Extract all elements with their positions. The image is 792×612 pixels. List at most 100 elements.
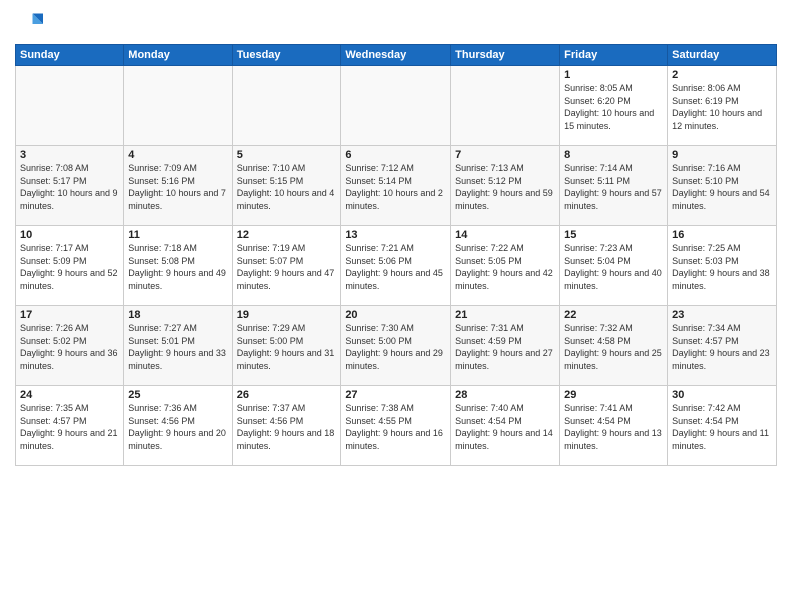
calendar-cell (124, 66, 232, 146)
calendar-week-2: 10Sunrise: 7:17 AM Sunset: 5:09 PM Dayli… (16, 226, 777, 306)
day-info: Sunrise: 7:34 AM Sunset: 4:57 PM Dayligh… (672, 322, 772, 372)
day-info: Sunrise: 7:18 AM Sunset: 5:08 PM Dayligh… (128, 242, 227, 292)
day-number: 23 (672, 309, 772, 321)
calendar-cell: 21Sunrise: 7:31 AM Sunset: 4:59 PM Dayli… (451, 306, 560, 386)
day-info: Sunrise: 7:19 AM Sunset: 5:07 PM Dayligh… (237, 242, 337, 292)
day-number: 4 (128, 149, 227, 161)
day-number: 9 (672, 149, 772, 161)
calendar-cell: 27Sunrise: 7:38 AM Sunset: 4:55 PM Dayli… (341, 386, 451, 466)
day-number: 14 (455, 229, 555, 241)
day-info: Sunrise: 7:23 AM Sunset: 5:04 PM Dayligh… (564, 242, 663, 292)
calendar-cell: 17Sunrise: 7:26 AM Sunset: 5:02 PM Dayli… (16, 306, 124, 386)
calendar-header-saturday: Saturday (668, 45, 777, 66)
day-number: 7 (455, 149, 555, 161)
calendar-cell: 13Sunrise: 7:21 AM Sunset: 5:06 PM Dayli… (341, 226, 451, 306)
day-info: Sunrise: 7:17 AM Sunset: 5:09 PM Dayligh… (20, 242, 119, 292)
calendar-header-sunday: Sunday (16, 45, 124, 66)
day-number: 24 (20, 389, 119, 401)
calendar-cell: 18Sunrise: 7:27 AM Sunset: 5:01 PM Dayli… (124, 306, 232, 386)
day-number: 19 (237, 309, 337, 321)
calendar-cell: 19Sunrise: 7:29 AM Sunset: 5:00 PM Dayli… (232, 306, 341, 386)
calendar-cell: 6Sunrise: 7:12 AM Sunset: 5:14 PM Daylig… (341, 146, 451, 226)
calendar-cell: 15Sunrise: 7:23 AM Sunset: 5:04 PM Dayli… (560, 226, 668, 306)
calendar-cell: 20Sunrise: 7:30 AM Sunset: 5:00 PM Dayli… (341, 306, 451, 386)
day-number: 30 (672, 389, 772, 401)
calendar-cell: 23Sunrise: 7:34 AM Sunset: 4:57 PM Dayli… (668, 306, 777, 386)
calendar-cell: 25Sunrise: 7:36 AM Sunset: 4:56 PM Dayli… (124, 386, 232, 466)
calendar-cell: 16Sunrise: 7:25 AM Sunset: 5:03 PM Dayli… (668, 226, 777, 306)
day-info: Sunrise: 7:26 AM Sunset: 5:02 PM Dayligh… (20, 322, 119, 372)
calendar-header-wednesday: Wednesday (341, 45, 451, 66)
day-info: Sunrise: 7:30 AM Sunset: 5:00 PM Dayligh… (345, 322, 446, 372)
day-number: 2 (672, 69, 772, 81)
day-number: 25 (128, 389, 227, 401)
calendar-cell: 7Sunrise: 7:13 AM Sunset: 5:12 PM Daylig… (451, 146, 560, 226)
day-number: 13 (345, 229, 446, 241)
day-number: 16 (672, 229, 772, 241)
calendar-week-0: 1Sunrise: 8:05 AM Sunset: 6:20 PM Daylig… (16, 66, 777, 146)
day-number: 28 (455, 389, 555, 401)
calendar-header-thursday: Thursday (451, 45, 560, 66)
day-info: Sunrise: 7:41 AM Sunset: 4:54 PM Dayligh… (564, 402, 663, 452)
calendar-cell: 11Sunrise: 7:18 AM Sunset: 5:08 PM Dayli… (124, 226, 232, 306)
day-number: 6 (345, 149, 446, 161)
day-number: 5 (237, 149, 337, 161)
calendar-cell: 10Sunrise: 7:17 AM Sunset: 5:09 PM Dayli… (16, 226, 124, 306)
day-info: Sunrise: 8:05 AM Sunset: 6:20 PM Dayligh… (564, 82, 663, 132)
day-number: 21 (455, 309, 555, 321)
calendar-week-4: 24Sunrise: 7:35 AM Sunset: 4:57 PM Dayli… (16, 386, 777, 466)
calendar-cell: 12Sunrise: 7:19 AM Sunset: 5:07 PM Dayli… (232, 226, 341, 306)
day-info: Sunrise: 7:35 AM Sunset: 4:57 PM Dayligh… (20, 402, 119, 452)
calendar-cell: 30Sunrise: 7:42 AM Sunset: 4:54 PM Dayli… (668, 386, 777, 466)
day-info: Sunrise: 7:08 AM Sunset: 5:17 PM Dayligh… (20, 162, 119, 212)
day-info: Sunrise: 7:25 AM Sunset: 5:03 PM Dayligh… (672, 242, 772, 292)
day-info: Sunrise: 7:09 AM Sunset: 5:16 PM Dayligh… (128, 162, 227, 212)
calendar-cell: 29Sunrise: 7:41 AM Sunset: 4:54 PM Dayli… (560, 386, 668, 466)
calendar-cell: 1Sunrise: 8:05 AM Sunset: 6:20 PM Daylig… (560, 66, 668, 146)
day-info: Sunrise: 7:40 AM Sunset: 4:54 PM Dayligh… (455, 402, 555, 452)
day-number: 8 (564, 149, 663, 161)
day-info: Sunrise: 7:27 AM Sunset: 5:01 PM Dayligh… (128, 322, 227, 372)
day-number: 12 (237, 229, 337, 241)
day-info: Sunrise: 7:16 AM Sunset: 5:10 PM Dayligh… (672, 162, 772, 212)
day-number: 15 (564, 229, 663, 241)
day-number: 11 (128, 229, 227, 241)
calendar-cell: 2Sunrise: 8:06 AM Sunset: 6:19 PM Daylig… (668, 66, 777, 146)
calendar-week-3: 17Sunrise: 7:26 AM Sunset: 5:02 PM Dayli… (16, 306, 777, 386)
day-number: 29 (564, 389, 663, 401)
day-info: Sunrise: 7:42 AM Sunset: 4:54 PM Dayligh… (672, 402, 772, 452)
day-number: 26 (237, 389, 337, 401)
logo (15, 10, 47, 38)
calendar-cell (341, 66, 451, 146)
calendar-week-1: 3Sunrise: 7:08 AM Sunset: 5:17 PM Daylig… (16, 146, 777, 226)
day-number: 1 (564, 69, 663, 81)
calendar-cell: 24Sunrise: 7:35 AM Sunset: 4:57 PM Dayli… (16, 386, 124, 466)
day-info: Sunrise: 7:36 AM Sunset: 4:56 PM Dayligh… (128, 402, 227, 452)
calendar-header-tuesday: Tuesday (232, 45, 341, 66)
calendar-cell: 3Sunrise: 7:08 AM Sunset: 5:17 PM Daylig… (16, 146, 124, 226)
calendar-cell: 9Sunrise: 7:16 AM Sunset: 5:10 PM Daylig… (668, 146, 777, 226)
calendar-cell (16, 66, 124, 146)
calendar-header-friday: Friday (560, 45, 668, 66)
day-number: 18 (128, 309, 227, 321)
calendar-cell: 22Sunrise: 7:32 AM Sunset: 4:58 PM Dayli… (560, 306, 668, 386)
calendar-header-row: SundayMondayTuesdayWednesdayThursdayFrid… (16, 45, 777, 66)
logo-icon (15, 10, 43, 38)
day-number: 10 (20, 229, 119, 241)
day-info: Sunrise: 7:12 AM Sunset: 5:14 PM Dayligh… (345, 162, 446, 212)
day-number: 22 (564, 309, 663, 321)
day-info: Sunrise: 7:31 AM Sunset: 4:59 PM Dayligh… (455, 322, 555, 372)
day-number: 20 (345, 309, 446, 321)
day-info: Sunrise: 7:37 AM Sunset: 4:56 PM Dayligh… (237, 402, 337, 452)
calendar-cell: 14Sunrise: 7:22 AM Sunset: 5:05 PM Dayli… (451, 226, 560, 306)
calendar: SundayMondayTuesdayWednesdayThursdayFrid… (15, 44, 777, 466)
calendar-cell (451, 66, 560, 146)
calendar-cell: 26Sunrise: 7:37 AM Sunset: 4:56 PM Dayli… (232, 386, 341, 466)
calendar-cell: 28Sunrise: 7:40 AM Sunset: 4:54 PM Dayli… (451, 386, 560, 466)
day-info: Sunrise: 7:32 AM Sunset: 4:58 PM Dayligh… (564, 322, 663, 372)
day-info: Sunrise: 7:21 AM Sunset: 5:06 PM Dayligh… (345, 242, 446, 292)
header (15, 10, 777, 38)
calendar-cell: 8Sunrise: 7:14 AM Sunset: 5:11 PM Daylig… (560, 146, 668, 226)
calendar-cell: 4Sunrise: 7:09 AM Sunset: 5:16 PM Daylig… (124, 146, 232, 226)
calendar-cell (232, 66, 341, 146)
